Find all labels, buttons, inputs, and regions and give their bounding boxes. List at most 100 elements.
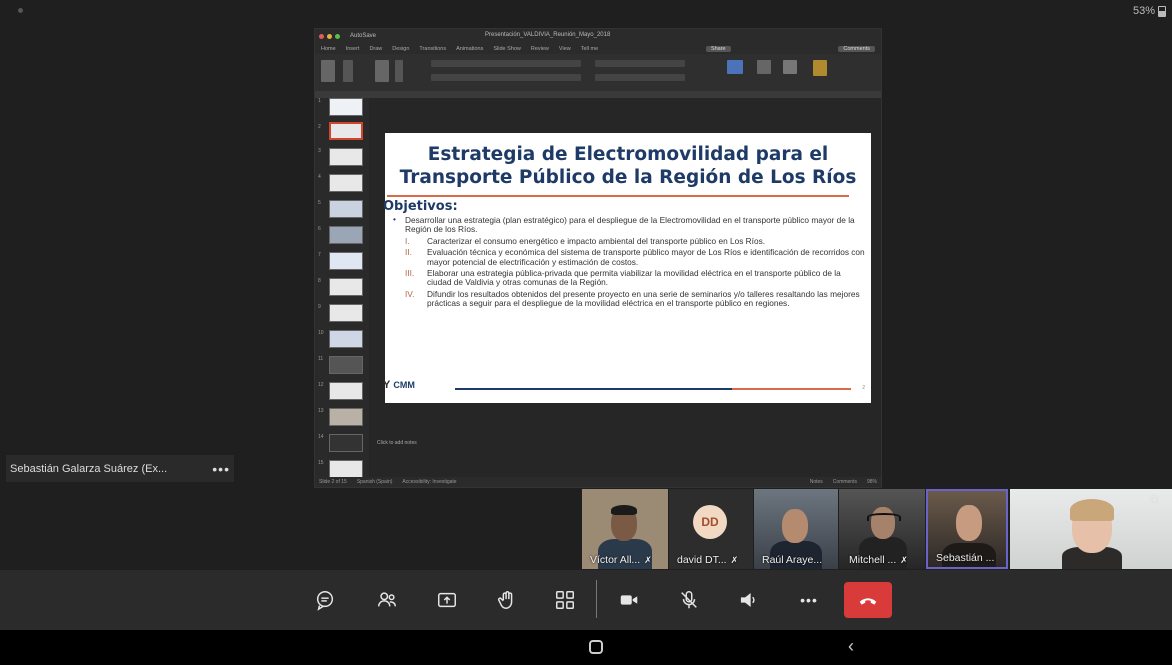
main-objective: Desarrollar una estrategia (plan estraté…	[391, 215, 865, 235]
pop-out-icon[interactable]: ⧉	[1150, 492, 1159, 507]
more-icon[interactable]: •••	[792, 584, 826, 616]
slide-thumb	[329, 382, 363, 400]
participant-name-row: Sebastián ...	[936, 552, 994, 564]
view-grid-icon[interactable]	[548, 584, 582, 616]
slide-thumb	[329, 434, 363, 452]
participant-name: Sebastián ...	[936, 552, 995, 564]
participant-name: Víctor All...	[590, 554, 641, 566]
thumb-number: 4	[318, 174, 321, 180]
slide-title-line2: Transporte Público de la Región de Los R…	[399, 167, 857, 188]
presenter-name: Sebastián Galarza Suárez (Ex...	[10, 462, 168, 475]
camera-dot	[18, 8, 23, 13]
ppt-status-bar: Slide 2 of 15 Spanish (Spain) Accessibil…	[315, 477, 881, 487]
title-underline	[387, 195, 849, 197]
zoom-level: 98%	[866, 479, 877, 485]
slide-page-number: 2	[862, 385, 865, 391]
more-options-icon[interactable]: •••	[212, 461, 230, 477]
objective-item: IV. Difundir los resultados obtenidos de…	[405, 288, 865, 309]
slide-thumb-selected	[329, 122, 363, 140]
notes-placeholder: Click to add notes	[377, 440, 417, 446]
speaker-icon[interactable]	[732, 584, 766, 616]
menu-home: Home	[321, 45, 336, 52]
hang-up-button[interactable]	[844, 582, 892, 618]
share-screen-icon[interactable]	[430, 584, 464, 616]
battery-icon	[1158, 5, 1166, 17]
slide-thumb	[329, 460, 363, 478]
participant-name-row: Víctor All... ✗	[590, 554, 652, 566]
raise-hand-icon[interactable]	[490, 584, 524, 616]
participant-tile[interactable]: DD david DT... ✗	[669, 489, 753, 569]
back-icon[interactable]: ‹	[848, 636, 854, 657]
participant-name: Mitchell ...	[849, 554, 897, 566]
status-bar: 53%	[0, 0, 1172, 22]
language: Spanish (Spain)	[356, 479, 393, 485]
objective-number: IV.	[405, 288, 415, 299]
participant-tile-active-speaker[interactable]: Sebastián ...	[926, 489, 1008, 569]
thumb-number: 3	[318, 148, 321, 154]
thumb-number: 15	[318, 460, 324, 466]
slide-thumb	[329, 278, 363, 296]
current-slide: Estrategia de Electromovilidad para el T…	[383, 133, 871, 403]
slide-thumb	[329, 252, 363, 270]
slide-body: Desarrollar una estrategia (plan estraté…	[391, 215, 865, 309]
menu-view: View	[558, 45, 571, 52]
ppt-window-title: Presentación_VALDIVIA_Reunión_Mayo_2018	[485, 32, 611, 38]
slide-count: Slide 2 of 15	[319, 479, 347, 485]
home-icon[interactable]	[589, 640, 603, 654]
slide-title-line1: Estrategia de Electromovilidad para el	[427, 144, 829, 165]
objective-text: Difundir los resultados obtenidos del pr…	[427, 288, 860, 309]
thumb-number: 13	[318, 408, 324, 414]
menu-transitions: Transitions	[419, 45, 447, 52]
accessibility: Accessibility: Investigate	[402, 479, 457, 485]
chat-icon[interactable]	[308, 584, 342, 616]
participant-tile[interactable]: Raúl Araye...	[754, 489, 838, 569]
thumb-number: 1	[318, 98, 321, 104]
ppt-titlebar: AutoSave Presentación_VALDIVIA_Reunión_M…	[315, 29, 881, 43]
android-nav-bar: ‹	[0, 630, 1172, 665]
slide-thumb	[329, 226, 363, 244]
slide-thumb	[329, 200, 363, 218]
mic-off-icon: ✗	[730, 554, 739, 565]
camera-icon[interactable]	[612, 584, 646, 616]
menu-animations: Animations	[456, 45, 484, 52]
thumb-number: 14	[318, 434, 324, 440]
slide-thumb	[329, 408, 363, 426]
objective-item: II. Evaluación técnica y económica del s…	[405, 248, 865, 267]
mic-off-icon[interactable]	[672, 584, 706, 616]
thumb-number: 8	[318, 278, 321, 284]
slide-thumb	[329, 98, 363, 116]
slide-thumbnails: 1 2 3 4 5 6 7 8 9 10 11 12 13 14 15	[315, 98, 369, 478]
objective-number: I.	[405, 235, 410, 246]
ruler	[315, 92, 881, 98]
notes-toggle: Notes	[809, 479, 823, 485]
presenter-label[interactable]: Sebastián Galarza Suárez (Ex... •••	[6, 455, 234, 482]
participant-name: david DT...	[677, 554, 727, 566]
footer-line	[455, 388, 851, 390]
ppt-share-button: Share	[705, 45, 731, 52]
cmm-logo: Y CMM	[383, 379, 415, 391]
objective-text: Elaborar una estrategia pública-privada …	[427, 268, 841, 288]
participant-name-row: Raúl Araye...	[762, 554, 822, 566]
participant-tile[interactable]	[1010, 489, 1172, 569]
participant-name: Raúl Araye...	[762, 554, 823, 566]
slide-thumb	[329, 330, 363, 348]
logo-text: CMM	[393, 380, 415, 390]
mic-off-icon: ✗	[900, 554, 908, 565]
slide-thumb	[329, 174, 363, 192]
participant-name-row: david DT... ✗	[677, 554, 738, 566]
menu-tellme: Tell me	[580, 45, 599, 52]
thumb-number: 2	[318, 124, 321, 130]
objective-number: II.	[405, 247, 412, 258]
participant-tile[interactable]: Mitchell ... ✗	[839, 489, 925, 569]
controls-divider	[596, 580, 597, 618]
objective-item: III. Elaborar una estrategia pública-pri…	[405, 268, 865, 288]
participants-icon[interactable]	[370, 584, 404, 616]
objective-text: Caracterizar el consumo energético e imp…	[427, 235, 766, 246]
thumb-number: 5	[318, 200, 321, 206]
slide-thumb	[329, 304, 363, 322]
thumb-number: 10	[318, 330, 324, 336]
ppt-comments-button: Comments	[838, 45, 875, 52]
thumb-number: 6	[318, 226, 321, 232]
participant-tile[interactable]: Víctor All... ✗	[582, 489, 668, 569]
mic-off-icon: ✗	[644, 554, 652, 565]
